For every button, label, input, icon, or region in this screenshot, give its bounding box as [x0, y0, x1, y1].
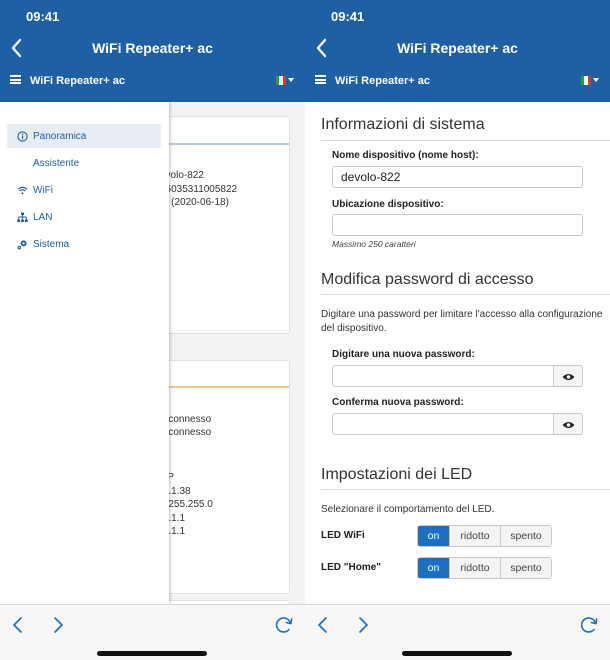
device-card [160, 116, 290, 334]
device-name-input[interactable] [332, 166, 583, 188]
top-bar: 09:41 WiFi Repeater+ ac WiFi Repeater+ a… [0, 0, 305, 102]
location-hint: Massimo 250 caratteri [332, 239, 416, 249]
nav-title: WiFi Repeater+ ac [397, 40, 518, 56]
browser-back-icon[interactable] [11, 614, 25, 636]
reload-icon[interactable] [273, 614, 295, 636]
language-caret-icon[interactable] [288, 78, 294, 82]
location-label: Ubicazione dispositivo: [332, 199, 444, 210]
menu-item-panoramica[interactable]: Panoramica [7, 124, 161, 148]
browser-bottom-bar [0, 604, 305, 660]
gear-icon [17, 239, 28, 250]
home-indicator [402, 651, 512, 656]
led-description: Selezionare il comportamento del LED. [321, 504, 495, 515]
browser-forward-icon[interactable] [51, 614, 65, 636]
browser-forward-icon[interactable] [356, 614, 370, 636]
language-caret-icon[interactable] [593, 78, 599, 82]
show-password-eye-icon[interactable] [554, 365, 583, 387]
menu-item-wifi[interactable]: WiFi [7, 178, 161, 202]
reload-icon[interactable] [578, 614, 600, 636]
left-screen: 09:41 WiFi Repeater+ ac WiFi Repeater+ a… [0, 0, 305, 660]
menu-label: LAN [33, 212, 53, 223]
wifi-icon [17, 185, 28, 196]
overview-firmware: .0 (2020-06-18) [160, 197, 229, 208]
system-info-heading: Informazioni di sistema [321, 116, 485, 133]
right-screen: 09:41 WiFi Repeater+ ac WiFi Repeater+ a… [305, 0, 610, 660]
confirm-password-input[interactable] [332, 413, 554, 435]
network-card [160, 360, 290, 594]
overview-serial: 06035311005822 [160, 184, 238, 195]
browser-bottom-bar [305, 604, 610, 660]
nav-title: WiFi Repeater+ ac [92, 40, 213, 56]
header-title: WiFi Repeater+ ac [30, 75, 125, 87]
network-icon [17, 212, 28, 223]
divider [321, 140, 610, 141]
top-bar: 09:41 WiFi Repeater+ ac WiFi Repeater+ a… [305, 0, 610, 102]
password-description: Digitare una password per limitare l'acc… [321, 309, 603, 334]
home-indicator [97, 651, 207, 656]
password-heading: Modifica password di accesso [321, 271, 534, 288]
menu-item-assistente[interactable]: Assistente [7, 151, 161, 175]
show-password-eye-icon[interactable] [554, 413, 583, 435]
led-wifi-label: LED WiFi [321, 530, 365, 541]
status-time: 09:41 [26, 9, 60, 24]
confirm-password-label: Conferma nuova password: [332, 397, 464, 408]
menu-label: Sistema [33, 239, 70, 250]
status-time: 09:41 [331, 9, 365, 24]
hamburger-menu-icon[interactable] [315, 75, 326, 84]
info-icon [17, 131, 28, 142]
location-input[interactable] [332, 214, 583, 236]
led-home-toggle-group: on ridotto spento [417, 557, 552, 579]
led-home-on-button[interactable]: on [418, 558, 449, 578]
menu-item-sistema[interactable]: Sistema [7, 232, 161, 256]
led-heading: Impostazioni dei LED [321, 466, 473, 483]
led-home-reduced-button[interactable]: ridotto [449, 558, 500, 578]
divider [321, 294, 610, 295]
browser-back-icon[interactable] [316, 614, 330, 636]
menu-label: WiFi [33, 185, 53, 196]
italian-flag-icon[interactable] [581, 76, 591, 85]
led-wifi-off-button[interactable]: spento [500, 526, 551, 546]
menu-label: Assistente [33, 158, 80, 169]
menu-item-lan[interactable]: LAN [7, 205, 161, 229]
led-wifi-reduced-button[interactable]: ridotto [449, 526, 500, 546]
menu-label: Panoramica [33, 131, 87, 142]
hamburger-menu-icon[interactable] [10, 75, 21, 84]
led-wifi-toggle-group: on ridotto spento [417, 525, 552, 547]
led-home-off-button[interactable]: spento [500, 558, 551, 578]
side-drawer: Panoramica Assistente WiFi LAN Sistema [0, 102, 169, 604]
divider [321, 489, 610, 490]
device-name-label: Nome dispositivo (nome host): [332, 150, 479, 161]
new-password-label: Digitare una nuova password: [332, 349, 475, 360]
system-settings-content: Informazioni di sistema Nome dispositivo… [305, 102, 610, 604]
led-home-label: LED "Home" [321, 562, 382, 573]
header-title: WiFi Repeater+ ac [335, 75, 430, 87]
led-wifi-on-button[interactable]: on [418, 526, 449, 546]
italian-flag-icon[interactable] [276, 76, 286, 85]
new-password-input[interactable] [332, 365, 554, 387]
